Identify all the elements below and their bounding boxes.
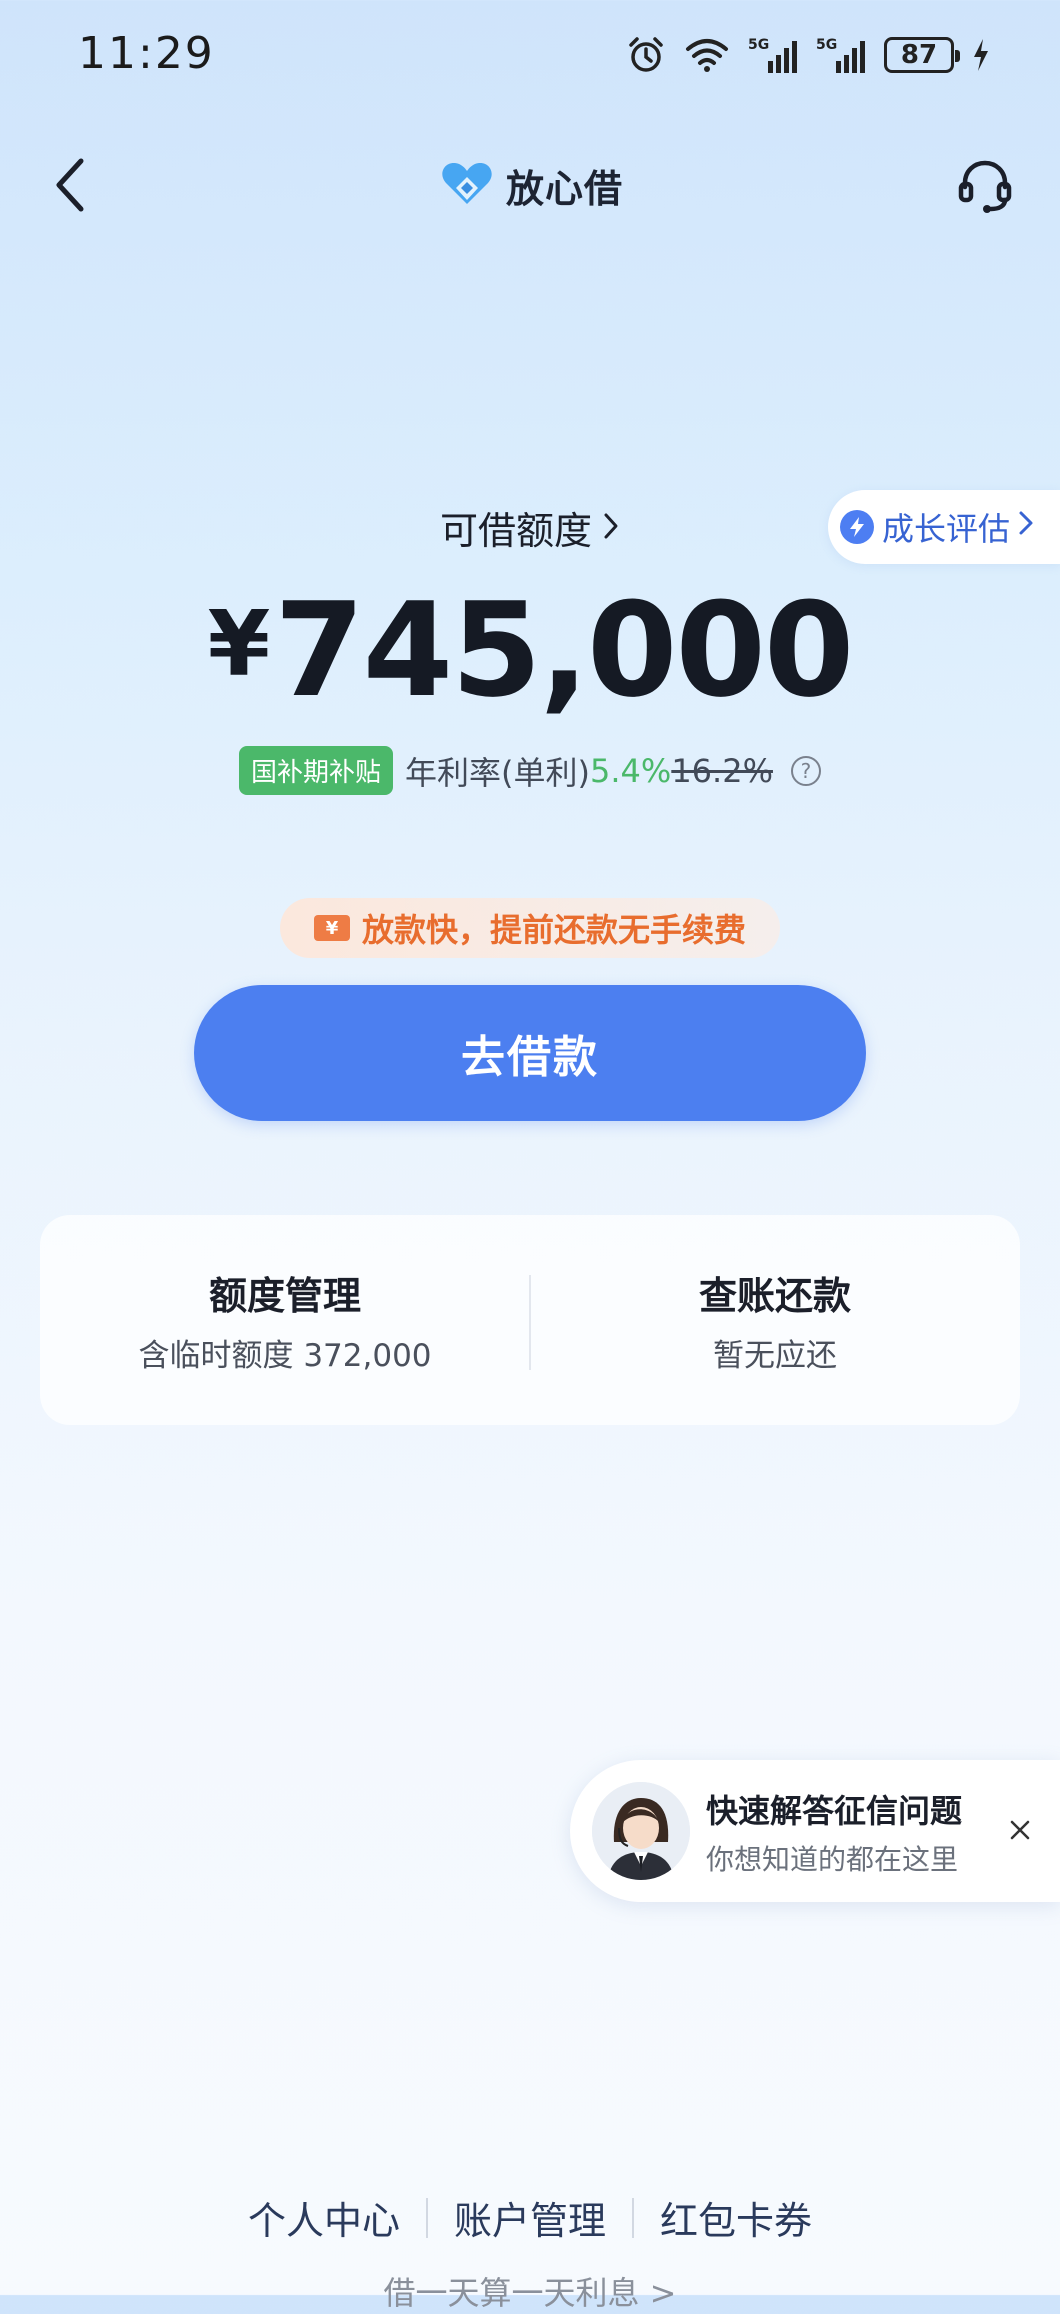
interest-note[interactable]: 借一天算一天利息 > xyxy=(0,2268,1060,2314)
coupons-link[interactable]: 红包卡券 xyxy=(634,2190,838,2245)
customer-service-button[interactable] xyxy=(950,150,1020,220)
credit-title: 可借额度 xyxy=(439,509,592,553)
battery-icon: 87 xyxy=(884,37,960,73)
avatar xyxy=(592,1782,690,1880)
bills-repayment-sub: 暂无应还 xyxy=(713,1338,837,1374)
signal-icon: 5G xyxy=(816,35,866,75)
credit-amount: ¥745,000 xyxy=(0,570,1060,725)
credit-management-button[interactable]: 额度管理 含临时额度 372,000 xyxy=(40,1215,530,1425)
credit-title-link[interactable]: 可借额度 xyxy=(0,500,1060,555)
borrow-button[interactable]: 去借款 xyxy=(194,985,866,1121)
bills-repayment-button[interactable]: 查账还款 暂无应还 xyxy=(530,1215,1020,1425)
help-card-subtitle: 你想知道的都在这里 xyxy=(706,1843,959,1876)
rate-label: 年利率(单利) xyxy=(405,753,591,792)
charging-icon xyxy=(972,37,990,73)
brand: 放心借 xyxy=(440,158,623,213)
account-management-link[interactable]: 账户管理 xyxy=(428,2190,632,2245)
info-card: 额度管理 含临时额度 372,000 查账还款 暂无应还 xyxy=(40,1215,1020,1425)
chevron-right-icon xyxy=(602,509,620,547)
rate-current: 5.4% xyxy=(590,751,672,790)
promo-tag: ¥ 放款快，提前还款无手续费 xyxy=(280,898,780,958)
svg-text:5G: 5G xyxy=(816,37,837,53)
credit-management-title: 额度管理 xyxy=(208,1274,361,1318)
bottom-links: 个人中心 账户管理 红包卡券 xyxy=(0,2190,1060,2245)
back-button[interactable] xyxy=(36,150,106,220)
brand-logo-icon xyxy=(440,160,494,212)
headset-icon xyxy=(958,160,1012,213)
signal-icon: 5G xyxy=(748,35,798,75)
close-icon[interactable] xyxy=(1002,1812,1038,1848)
promo-text: 放款快，提前还款无手续费 xyxy=(361,911,746,949)
svg-text:5G: 5G xyxy=(748,37,769,53)
status-icons: 5G 5G 87 xyxy=(626,30,990,80)
bills-repayment-title: 查账还款 xyxy=(698,1274,851,1318)
brand-name: 放心借 xyxy=(506,167,624,211)
amount-value: 745,000 xyxy=(274,574,854,726)
coupon-icon: ¥ xyxy=(313,915,350,941)
status-time: 11:29 xyxy=(78,28,215,79)
personal-center-link[interactable]: 个人中心 xyxy=(222,2190,426,2245)
help-circle-icon[interactable]: ? xyxy=(790,755,821,786)
status-bar: 11:29 5G 5G 87 xyxy=(0,0,1060,110)
help-card-title: 快速解答征信问题 xyxy=(706,1792,963,1830)
credit-management-sub: 含临时额度 372,000 xyxy=(138,1338,432,1374)
credit-help-card[interactable]: 快速解答征信问题 你想知道的都在这里 xyxy=(570,1760,1060,1902)
header: 放心借 xyxy=(0,140,1060,230)
subsidy-badge: 国补期补贴 xyxy=(239,746,394,795)
back-icon xyxy=(56,158,84,212)
wifi-icon xyxy=(684,35,730,75)
rate-original: 16.2% xyxy=(671,751,773,790)
alarm-icon xyxy=(626,35,666,75)
currency-symbol: ¥ xyxy=(207,592,271,697)
rate-row: 国补期补贴 年利率(单利) 5.4% 16.2% ? xyxy=(0,746,1060,795)
